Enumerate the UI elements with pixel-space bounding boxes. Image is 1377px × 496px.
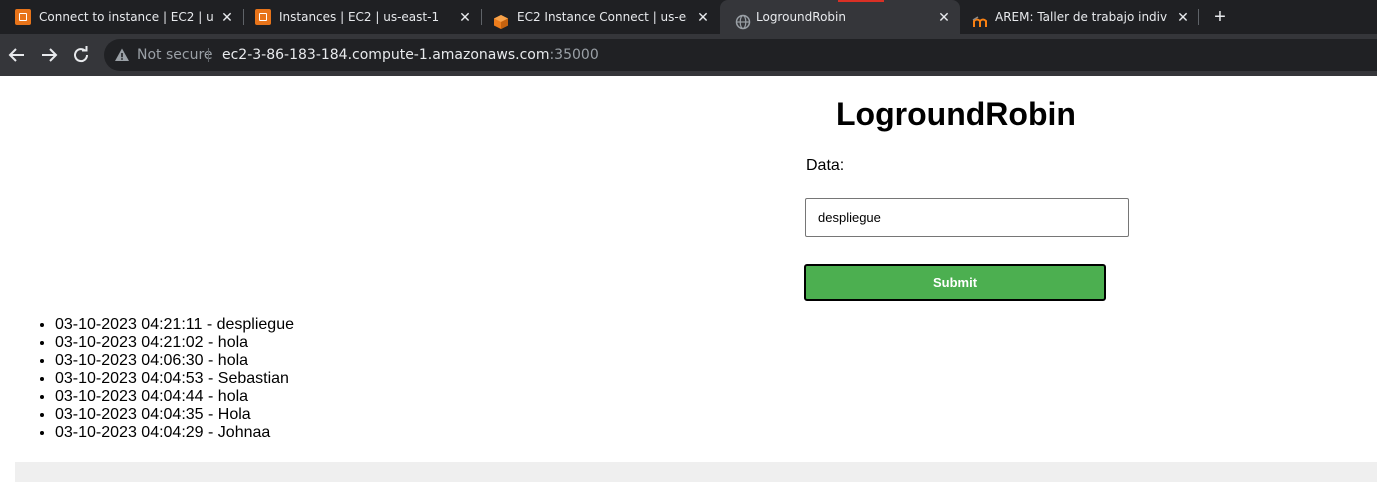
log-entry: 03-10-2023 04:04:29 - Johnaa (55, 424, 294, 442)
url-port: :35000 (549, 47, 599, 63)
log-entry: 03-10-2023 04:21:11 - despliegue (55, 316, 294, 334)
tab-instances[interactable]: Instances | EC2 | us-east-1 ✕ (240, 0, 480, 34)
tab-ec2-instance-connect[interactable]: EC2 Instance Connect | us-east-1 ✕ (478, 0, 718, 34)
log-entry: 03-10-2023 04:04:35 - Hola (55, 406, 294, 424)
address-bar[interactable]: Not secure ec2-3-86-183-184.compute-1.am… (104, 39, 1377, 71)
tab-title: AREM: Taller de trabajo individua (995, 10, 1167, 24)
omnibox-separator (208, 48, 209, 62)
tab-loground-robin[interactable]: LogroundRobin ✕ (720, 0, 960, 34)
browser-toolbar: Not secure ec2-3-86-183-184.compute-1.am… (0, 34, 1377, 76)
reload-icon (74, 46, 89, 63)
ec2-icon (15, 9, 31, 25)
ec2-icon (255, 9, 271, 25)
close-icon[interactable]: ✕ (1175, 0, 1191, 34)
forward-arrow-icon (42, 48, 58, 62)
close-icon[interactable]: ✕ (219, 0, 235, 34)
tab-connect-to-instance[interactable]: Connect to instance | EC2 | us-ea ✕ (0, 0, 242, 34)
submit-button[interactable]: Submit (804, 264, 1106, 301)
aws-cube-icon (493, 9, 509, 29)
page-title: LogroundRobin (836, 96, 1076, 132)
tab-separator (1198, 9, 1199, 25)
tab-strip: Connect to instance | EC2 | us-ea ✕ Inst… (0, 0, 1377, 34)
tab-arem-taller[interactable]: AREM: Taller de trabajo individua ✕ (960, 0, 1200, 34)
log-entry: 03-10-2023 04:04:53 - Sebastian (55, 370, 294, 388)
log-entry: 03-10-2023 04:21:02 - hola (55, 334, 294, 352)
globe-icon (735, 9, 751, 30)
close-icon[interactable]: ✕ (695, 0, 711, 34)
log-list: 03-10-2023 04:21:11 - despliegue 03-10-2… (15, 316, 294, 442)
forward-button[interactable] (37, 43, 61, 67)
back-arrow-icon (8, 48, 24, 62)
tab-title: Connect to instance | EC2 | us-ea (39, 10, 213, 24)
data-input[interactable] (805, 198, 1129, 237)
new-tab-button[interactable]: + (1208, 0, 1232, 34)
close-icon[interactable]: ✕ (936, 0, 952, 34)
tab-title: Instances | EC2 | us-east-1 (279, 10, 440, 24)
data-label: Data: (806, 157, 845, 174)
warning-icon[interactable] (114, 47, 130, 63)
security-label[interactable]: Not secure (137, 39, 213, 71)
url-host: ec2-3-86-183-184.compute-1.amazonaws.com (222, 47, 550, 63)
moodle-icon (972, 9, 988, 27)
tab-title: LogroundRobin (756, 10, 846, 24)
back-button[interactable] (5, 43, 29, 67)
log-entry: 03-10-2023 04:06:30 - hola (55, 352, 294, 370)
footer-bar (15, 462, 1377, 482)
tab-title: EC2 Instance Connect | us-east-1 (517, 10, 687, 24)
log-entry: 03-10-2023 04:04:44 - hola (55, 388, 294, 406)
close-icon[interactable]: ✕ (457, 0, 473, 34)
reload-button[interactable] (69, 43, 93, 67)
url-text[interactable]: ec2-3-86-183-184.compute-1.amazonaws.com… (222, 39, 599, 71)
